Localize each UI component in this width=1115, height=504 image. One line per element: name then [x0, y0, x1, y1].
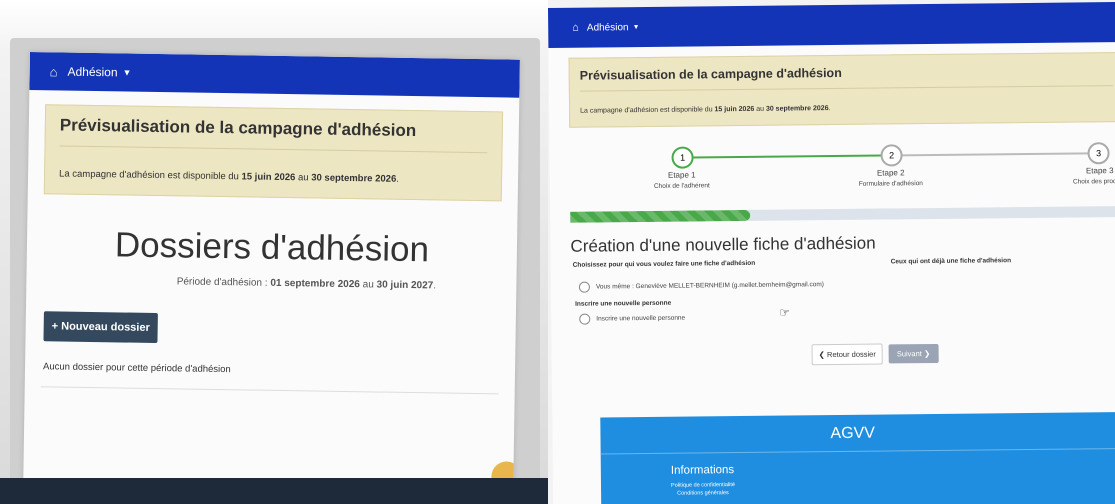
others-label: Ceux qui ont déjà une fiche d'adhésion — [890, 257, 1012, 266]
radio-new-person[interactable] — [579, 313, 591, 325]
next-button[interactable]: Suivant ❯ — [888, 343, 939, 364]
right-page: ⌂ Adhésion ▼ Prévisualisation de la camp… — [548, 1, 1115, 504]
option-new-person[interactable]: Inscrire une nouvelle personne — [579, 308, 1115, 325]
step-2-label: Etape 2 — [876, 168, 905, 178]
right-screenshot: ⌂ Adhésion ▼ Prévisualisation de la camp… — [548, 0, 1115, 504]
left-page: ⌂ Adhésion ▼ Prévisualisation de la camp… — [23, 52, 520, 490]
option-self-label[interactable]: Vous même : Geneviève MELLET-BERNHEIM (g… — [596, 281, 824, 290]
step-2-sub: Formulaire d'adhésion — [858, 180, 923, 188]
back-dossier-button[interactable]: ❮ Retour dossier — [811, 343, 883, 366]
arrow-right-circle-icon: ❯ — [923, 349, 931, 359]
new-person-heading: Inscrire une nouvelle personne — [575, 299, 672, 308]
pointer-cursor-icon: ☞ — [779, 305, 791, 320]
step-1-sub: Choix de l'adhérent — [653, 182, 710, 190]
preview-title: Prévisualisation de la campagne d'adhési… — [59, 115, 488, 154]
preview-alert: Prévisualisation de la campagne d'adhési… — [43, 104, 504, 202]
step-2-circle: 2 — [880, 144, 903, 167]
radio-self[interactable] — [578, 281, 590, 293]
navbar: ⌂ Adhésion ▼ — [29, 52, 520, 98]
progress-bar — [570, 206, 1115, 223]
chevron-down-icon[interactable]: ▼ — [633, 24, 640, 31]
step-3-sub: Choix des produits — [1072, 177, 1115, 186]
option-new-label[interactable]: Inscrire une nouvelle personne — [596, 315, 685, 323]
step-connector-done — [691, 154, 882, 159]
desk-background — [0, 478, 548, 504]
divider — [40, 386, 499, 395]
terms-link[interactable]: Conditions générales — [677, 490, 729, 497]
step-1-label: Etape 1 — [667, 170, 696, 180]
chevron-down-icon[interactable]: ▼ — [123, 67, 132, 77]
adhesion-menu[interactable]: Adhésion — [587, 22, 629, 33]
preview-title: Prévisualisation de la campagne d'adhési… — [579, 63, 1113, 92]
empty-state-text: Aucun dossier pour cette période d'adhés… — [42, 361, 231, 376]
form-title: Création d'une nouvelle fiche d'adhésion — [570, 233, 876, 256]
option-self[interactable]: Vous même : Geneviève MELLET-BERNHEIM (g… — [578, 276, 1115, 293]
choose-row: Choisissez pour qui vous voulez faire un… — [573, 256, 1115, 276]
navbar: ⌂ Adhésion ▼ — [548, 1, 1115, 48]
stepper: 1 Etape 1 Choix de l'adhérent 2 Etape 2 … — [569, 132, 1115, 208]
step-3-circle: 3 — [1087, 142, 1110, 165]
home-icon[interactable]: ⌂ — [50, 64, 58, 79]
progress-fill — [570, 209, 751, 223]
step-1-circle: 1 — [671, 146, 694, 169]
preview-alert: Prévisualisation de la campagne d'adhési… — [568, 51, 1115, 128]
step-connector-pending — [899, 152, 1090, 157]
arrow-left-circle-icon: ❮ — [818, 350, 825, 360]
footer-info-heading: Informations — [670, 464, 735, 477]
footer-divider — [600, 447, 1115, 455]
form-buttons: ❮ Retour dossier Suivant ❯ — [811, 341, 1115, 366]
adhesion-menu[interactable]: Adhésion — [67, 65, 117, 80]
choose-label: Choisissez pour qui vous voulez faire un… — [572, 259, 756, 269]
privacy-link[interactable]: Politique de confidentialité — [671, 482, 735, 489]
preview-text: La campagne d'adhésion est disponible du… — [580, 105, 831, 115]
preview-text: La campagne d'adhésion est disponible du… — [59, 168, 399, 185]
footer-brand: AGVV — [830, 424, 876, 443]
home-icon[interactable]: ⌂ — [572, 22, 579, 34]
page-title: Dossiers d'adhésion — [114, 225, 430, 270]
footer: AGVV Informations Politique de confident… — [600, 411, 1115, 504]
left-screenshot: ⌂ Adhésion ▼ Prévisualisation de la camp… — [0, 0, 548, 504]
new-dossier-button[interactable]: + Nouveau dossier — [43, 311, 159, 344]
period-text: Période d'adhésion : 01 septembre 2026 a… — [176, 276, 437, 292]
step-3-label: Etape 3 — [1085, 166, 1114, 176]
